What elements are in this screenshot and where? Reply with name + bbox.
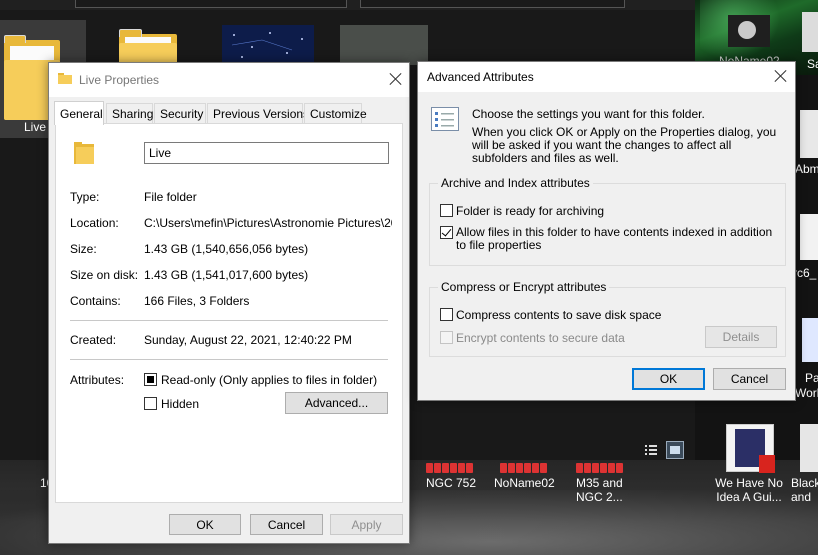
thumbnail-bar — [426, 463, 473, 473]
apply-button[interactable]: Apply — [330, 514, 403, 535]
document-thumbnail[interactable] — [800, 424, 818, 472]
size-value: 1.43 GB (1,540,656,056 bytes) — [144, 242, 309, 256]
thumbnail-label: Sa — [807, 57, 818, 71]
moon-icon — [738, 21, 756, 39]
encrypt-label: Encrypt contents to secure data — [456, 331, 625, 345]
ok-button[interactable]: OK — [632, 368, 705, 390]
details-button[interactable]: Details — [705, 326, 777, 348]
document-thumbnail[interactable] — [800, 214, 818, 260]
attributes-label: Attributes: — [70, 373, 125, 387]
size-on-disk-label: Size on disk: — [70, 268, 139, 282]
created-value: Sunday, August 22, 2021, 12:40:22 PM — [144, 333, 352, 347]
tab-customize[interactable]: Customize — [304, 103, 367, 124]
index-label: Allow files in this folder to have conte… — [456, 225, 773, 252]
photo-thumbnail[interactable] — [340, 25, 428, 65]
created-label: Created: — [70, 333, 117, 347]
thumbnail-label: Worl — [795, 386, 818, 400]
view-toggle — [640, 440, 688, 460]
thumbnail-label: rc6_ — [793, 266, 817, 280]
tab-security[interactable]: Security — [154, 103, 206, 124]
folder-icon — [58, 72, 72, 84]
tab-previous-versions[interactable]: Previous Versions — [207, 103, 309, 124]
thumbnail-bar — [576, 463, 623, 473]
general-tab-panel: Live Type: File folder Location: C:\User… — [55, 123, 403, 503]
contains-label: Contains: — [70, 294, 121, 308]
compress-label: Compress contents to save disk space — [456, 308, 662, 322]
type-value: File folder — [144, 190, 197, 204]
strip-item-black[interactable]: Black and — [791, 476, 818, 504]
explorer-search-field[interactable] — [360, 0, 625, 8]
advanced-button[interactable]: Advanced... — [285, 392, 388, 414]
close-icon[interactable] — [774, 69, 788, 83]
intro-line-2: When you click OK or Apply on the Proper… — [472, 125, 777, 165]
divider — [70, 320, 388, 321]
contains-value: 166 Files, 3 Folders — [144, 294, 250, 308]
details-view-icon[interactable] — [645, 444, 657, 456]
hidden-label: Hidden — [161, 397, 200, 411]
close-icon[interactable] — [389, 72, 403, 86]
moon-thumbnail[interactable] — [728, 15, 770, 47]
star-chart-thumbnail[interactable] — [222, 25, 314, 65]
thumbnail-label: Abm — [795, 162, 818, 176]
intro-line-1: Choose the settings you want for this fo… — [472, 107, 705, 121]
tab-sharing[interactable]: Sharing — [106, 103, 153, 124]
folder-icon — [74, 138, 96, 166]
readonly-label: Read-only (Only applies to files in fold… — [161, 373, 378, 387]
properties-dialog: Live Properties General Sharing Security… — [48, 62, 410, 544]
cancel-button[interactable]: Cancel — [250, 514, 323, 535]
pdf-icon — [759, 455, 775, 473]
archive-checkbox[interactable] — [440, 204, 453, 217]
archive-index-group: Archive and Index attributes Folder is r… — [429, 176, 786, 266]
location-value: C:\Users\mefin\Pictures\Astronomie Pictu… — [144, 216, 392, 230]
advanced-attributes-dialog: Advanced Attributes Choose the settings … — [417, 61, 796, 401]
explorer-top-bar — [0, 0, 695, 10]
strip-item-noname02[interactable]: NoName02 — [494, 476, 555, 490]
compress-checkbox[interactable] — [440, 308, 453, 321]
thumbnail-bar — [500, 463, 547, 473]
advanced-title: Advanced Attributes — [427, 70, 534, 84]
star-chart-icon — [231, 32, 303, 58]
properties-title: Live Properties — [79, 73, 160, 87]
compress-encrypt-group: Compress or Encrypt attributes Compress … — [429, 280, 786, 357]
divider — [70, 359, 388, 360]
advanced-title-bar: Advanced Attributes — [418, 62, 795, 92]
book-thumbnail[interactable] — [802, 318, 818, 362]
strip-item-we-have-no-idea[interactable]: We Have No Idea A Gui... — [713, 476, 785, 504]
tab-general[interactable]: General — [54, 101, 104, 125]
cancel-button[interactable]: Cancel — [713, 368, 786, 390]
strip-item-m35[interactable]: M35 and NGC 2... — [576, 476, 628, 504]
archive-label: Folder is ready for archiving — [456, 204, 605, 218]
ok-button[interactable]: OK — [169, 514, 241, 535]
folder-name-input[interactable]: Live — [144, 142, 389, 164]
strip-item-ngc752[interactable]: NGC 752 — [426, 476, 476, 490]
compress-group-title: Compress or Encrypt attributes — [438, 280, 610, 294]
thumbnail-label: Pa — [805, 371, 818, 385]
size-on-disk-value: 1.43 GB (1,541,017,600 bytes) — [144, 268, 309, 282]
size-label: Size: — [70, 242, 97, 256]
archive-group-title: Archive and Index attributes — [438, 176, 593, 190]
document-thumbnail[interactable] — [800, 110, 818, 158]
settings-list-icon — [431, 107, 459, 131]
book-cover-thumbnail[interactable] — [726, 424, 775, 473]
hidden-checkbox[interactable] — [144, 397, 157, 410]
explorer-address-field[interactable] — [75, 0, 347, 8]
readonly-checkbox[interactable] — [144, 373, 157, 386]
encrypt-checkbox[interactable] — [440, 331, 453, 344]
location-label: Location: — [70, 216, 119, 230]
type-label: Type: — [70, 190, 100, 204]
properties-title-bar: Live Properties — [49, 63, 409, 97]
index-checkbox[interactable] — [440, 226, 453, 239]
large-icons-view-icon[interactable] — [666, 441, 684, 459]
folder-label: Live — [24, 120, 47, 134]
